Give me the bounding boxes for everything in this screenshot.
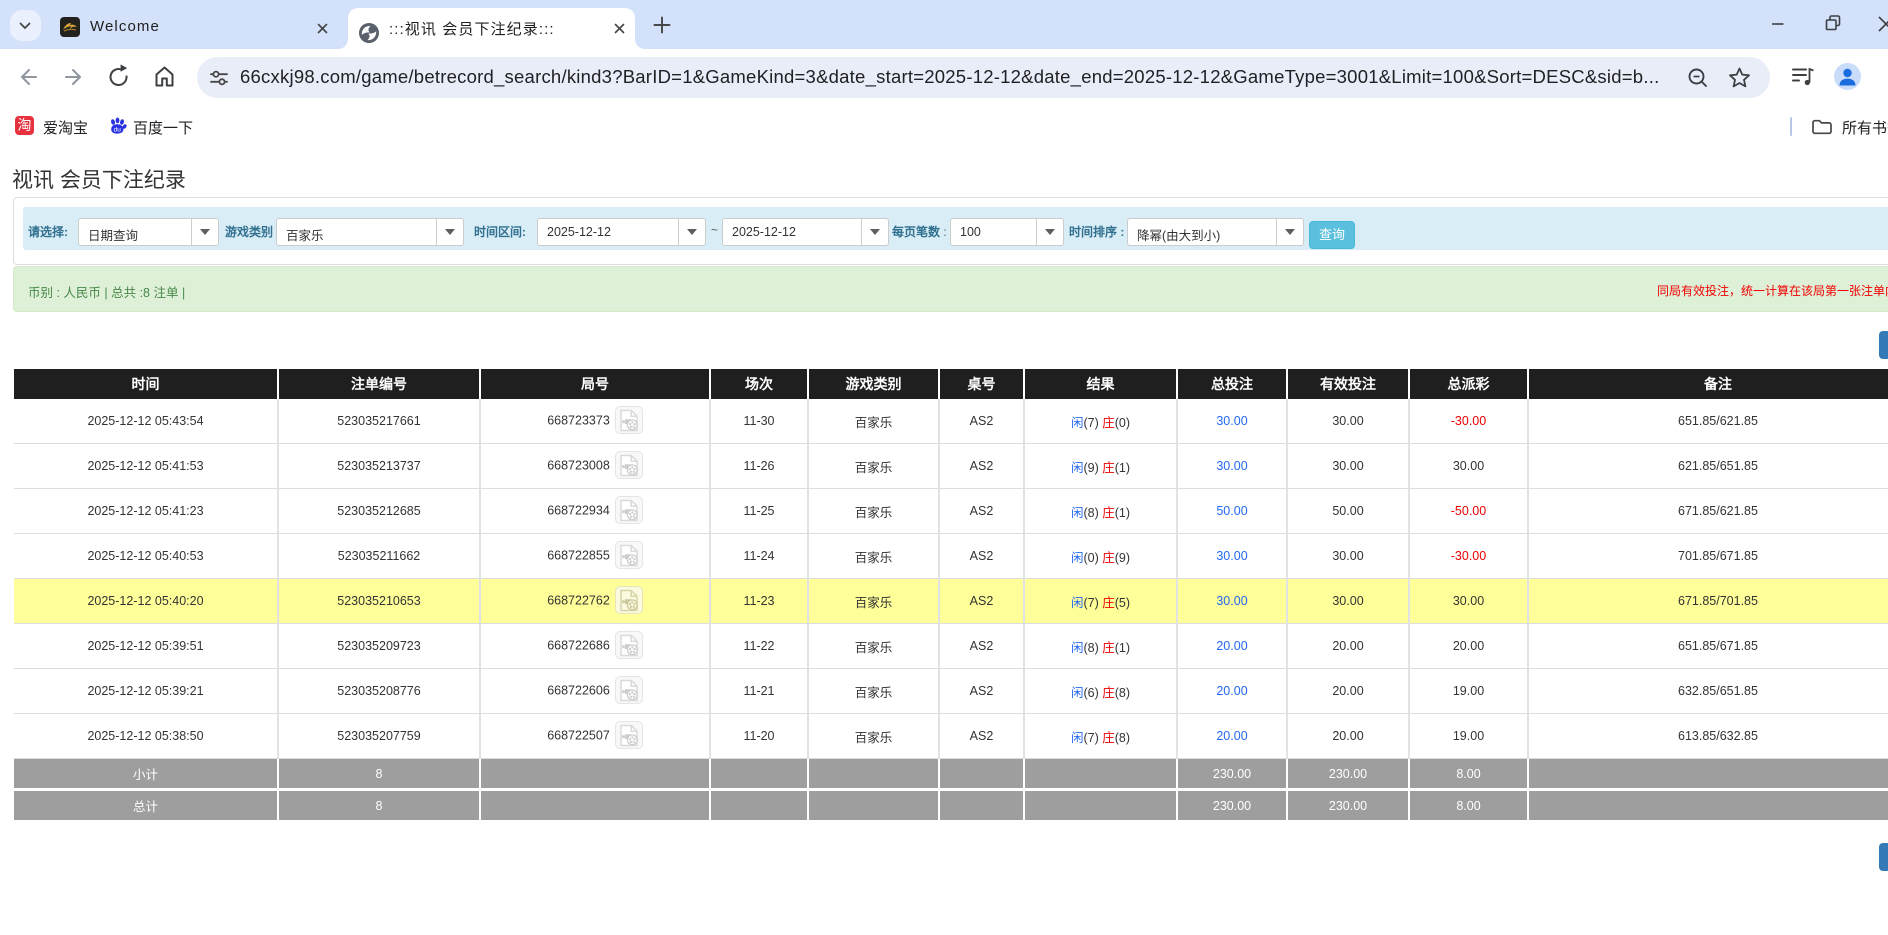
svg-text:du: du [114, 126, 122, 133]
